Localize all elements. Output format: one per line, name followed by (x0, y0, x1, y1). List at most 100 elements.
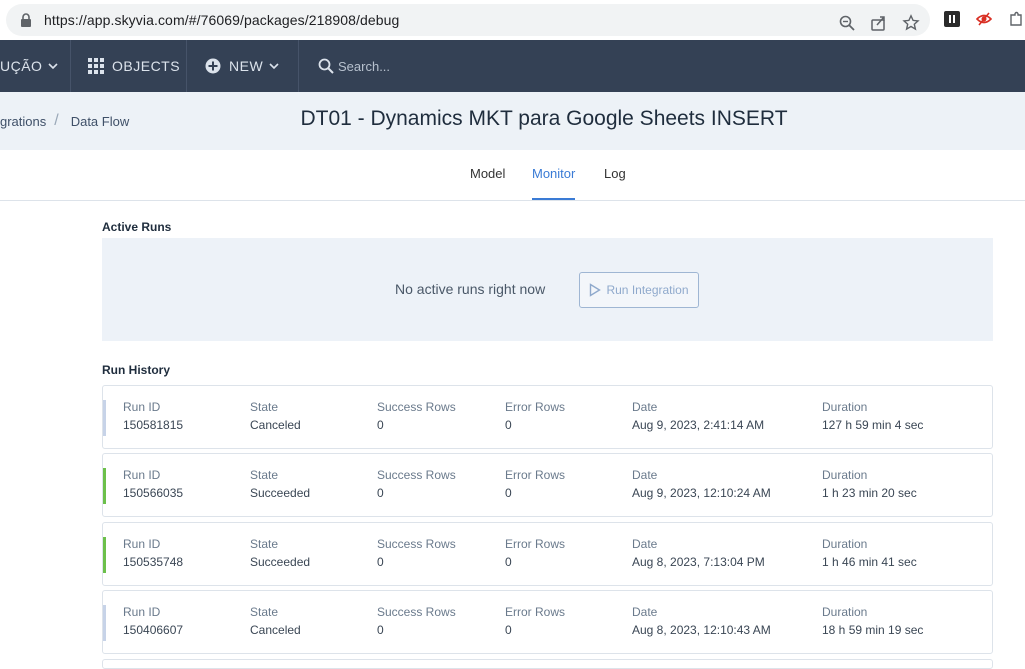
run-run-id-label: Run ID (123, 400, 161, 414)
page-header: grations / Data Flow DT01 - Dynamics MKT… (0, 92, 1025, 150)
play-icon (590, 283, 602, 297)
run-run-id-cell: Run ID 150566035 (123, 468, 183, 500)
run-success-rows-value: 0 (377, 623, 384, 637)
plus-circle-icon (205, 58, 221, 74)
run-history-row[interactable]: Run ID 150406607 State Canceled Success Rows… (102, 590, 993, 654)
tab-bar: Model Monitor Log (0, 150, 1025, 201)
run-run-id-label: Run ID (123, 605, 161, 619)
run-success-rows-label: Success Rows (377, 537, 456, 551)
app-navbar: UÇÃO OBJECTS NEW Search... (0, 40, 1025, 92)
nav-new-menu[interactable]: NEW (205, 40, 287, 92)
run-state-cell: State Canceled (250, 605, 301, 637)
run-integration-label: Run Integration (606, 283, 689, 297)
tab-model[interactable]: Model (470, 166, 505, 199)
run-status-indicator (103, 400, 106, 436)
star-icon[interactable] (902, 14, 920, 32)
run-error-rows-label: Error Rows (505, 400, 566, 414)
nav-integration-label: UÇÃO (0, 58, 43, 74)
search-icon (318, 58, 334, 74)
run-duration-label: Duration (822, 400, 868, 414)
run-duration-label: Duration (822, 537, 868, 551)
extension-puzzle-icon[interactable] (1008, 11, 1024, 27)
run-run-id-label: Run ID (123, 537, 161, 551)
run-success-rows-cell: Success Rows 0 (377, 400, 456, 432)
run-state-cell: State Succeeded (250, 537, 310, 569)
run-success-rows-value: 0 (377, 486, 384, 500)
nav-search[interactable]: Search... (318, 40, 390, 92)
run-state-value: Canceled (250, 418, 301, 432)
page-title: DT01 - Dynamics MKT para Google Sheets I… (300, 107, 788, 130)
run-success-rows-cell: Success Rows 0 (377, 537, 456, 569)
run-error-rows-cell: Error Rows 0 (505, 605, 565, 637)
run-error-rows-cell: Error Rows 0 (505, 400, 565, 432)
run-date-value: Aug 9, 2023, 12:10:24 AM (632, 486, 771, 500)
run-history-row[interactable]: Run ID 150566035 State Succeeded Success Row… (102, 453, 993, 517)
run-duration-value: 1 h 23 min 20 sec (822, 486, 917, 500)
run-state-cell: State Succeeded (250, 468, 310, 500)
run-success-rows-label: Success Rows (377, 468, 456, 482)
tab-log[interactable]: Log (604, 166, 626, 199)
run-history-row[interactable]: Run ID 150581815 State Canceled Success Rows… (102, 385, 993, 449)
extension-pause-icon[interactable] (944, 11, 960, 27)
run-run-id-value: 150581815 (123, 418, 184, 432)
grid-icon (88, 58, 104, 74)
run-success-rows-cell: Success Rows 0 (377, 468, 456, 500)
run-state-label: State (250, 537, 279, 551)
run-state-label: State (250, 605, 279, 619)
run-date-cell: Date Aug 8, 2023, 12:10:43 AM (632, 605, 771, 637)
lock-icon[interactable] (20, 13, 32, 27)
run-run-id-value: 150566035 (123, 486, 184, 500)
run-error-rows-value: 0 (505, 486, 512, 500)
run-run-id-value: 150535748 (123, 555, 184, 569)
search-input[interactable]: Search... (338, 59, 390, 74)
run-state-label: State (250, 468, 279, 482)
run-date-cell: Date Aug 9, 2023, 12:10:24 AM (632, 468, 771, 500)
run-run-id-cell: Run ID 150535748 (123, 537, 183, 569)
run-date-value: Aug 8, 2023, 7:13:04 PM (632, 555, 765, 569)
run-status-indicator (103, 468, 106, 504)
run-error-rows-value: 0 (505, 555, 512, 569)
tab-monitor[interactable]: Monitor (532, 166, 576, 200)
nav-objects-menu[interactable]: OBJECTS (88, 40, 180, 92)
run-state-label: State (250, 400, 279, 414)
run-state-cell: State Canceled (250, 400, 301, 432)
run-date-cell: Date Aug 8, 2023, 7:13:04 PM (632, 537, 765, 569)
run-state-value: Succeeded (250, 486, 311, 500)
run-status-indicator (103, 605, 106, 641)
nav-objects-label: OBJECTS (112, 58, 181, 74)
active-runs-panel: No active runs right now Run Integration (102, 238, 993, 341)
run-duration-value: 1 h 46 min 41 sec (822, 555, 917, 569)
run-date-cell: Date Aug 9, 2023, 2:41:14 AM (632, 400, 764, 432)
chevron-down-icon (48, 62, 59, 69)
run-duration-value: 127 h 59 min 4 sec (822, 418, 924, 432)
browser-toolbar: https://app.skyvia.com/#/76069/packages/… (0, 0, 1025, 40)
run-success-rows-label: Success Rows (377, 400, 456, 414)
extension-eye-icon[interactable] (976, 11, 992, 27)
share-icon[interactable] (870, 14, 888, 32)
nav-divider (70, 40, 71, 92)
address-bar[interactable]: https://app.skyvia.com/#/76069/packages/… (6, 4, 930, 36)
run-success-rows-label: Success Rows (377, 605, 456, 619)
run-error-rows-value: 0 (505, 623, 512, 637)
nav-divider (298, 40, 299, 92)
run-error-rows-label: Error Rows (505, 605, 566, 619)
no-active-runs-text: No active runs right now (395, 281, 546, 297)
run-duration-value: 18 h 59 min 19 sec (822, 623, 924, 637)
run-history-row[interactable]: Run ID 150535748 State Succeeded Success Row… (102, 522, 993, 586)
run-duration-cell: Duration 18 h 59 min 19 sec (822, 605, 923, 637)
zoom-icon[interactable] (838, 14, 856, 32)
run-error-rows-label: Error Rows (505, 537, 566, 551)
nav-integration-menu[interactable]: UÇÃO (0, 40, 66, 92)
run-date-label: Date (632, 537, 658, 551)
run-error-rows-cell: Error Rows 0 (505, 537, 565, 569)
url-text[interactable]: https://app.skyvia.com/#/76069/packages/… (44, 12, 399, 28)
run-duration-cell: Duration 1 h 23 min 20 sec (822, 468, 917, 500)
run-history-title: Run History (102, 363, 171, 377)
run-integration-button[interactable]: Run Integration (579, 272, 699, 308)
run-run-id-value: 150406607 (123, 623, 184, 637)
run-success-rows-cell: Success Rows 0 (377, 605, 456, 637)
run-date-label: Date (632, 605, 658, 619)
run-run-id-cell: Run ID 150581815 (123, 400, 183, 432)
chevron-down-icon (269, 62, 279, 69)
run-history-row[interactable] (102, 659, 993, 669)
